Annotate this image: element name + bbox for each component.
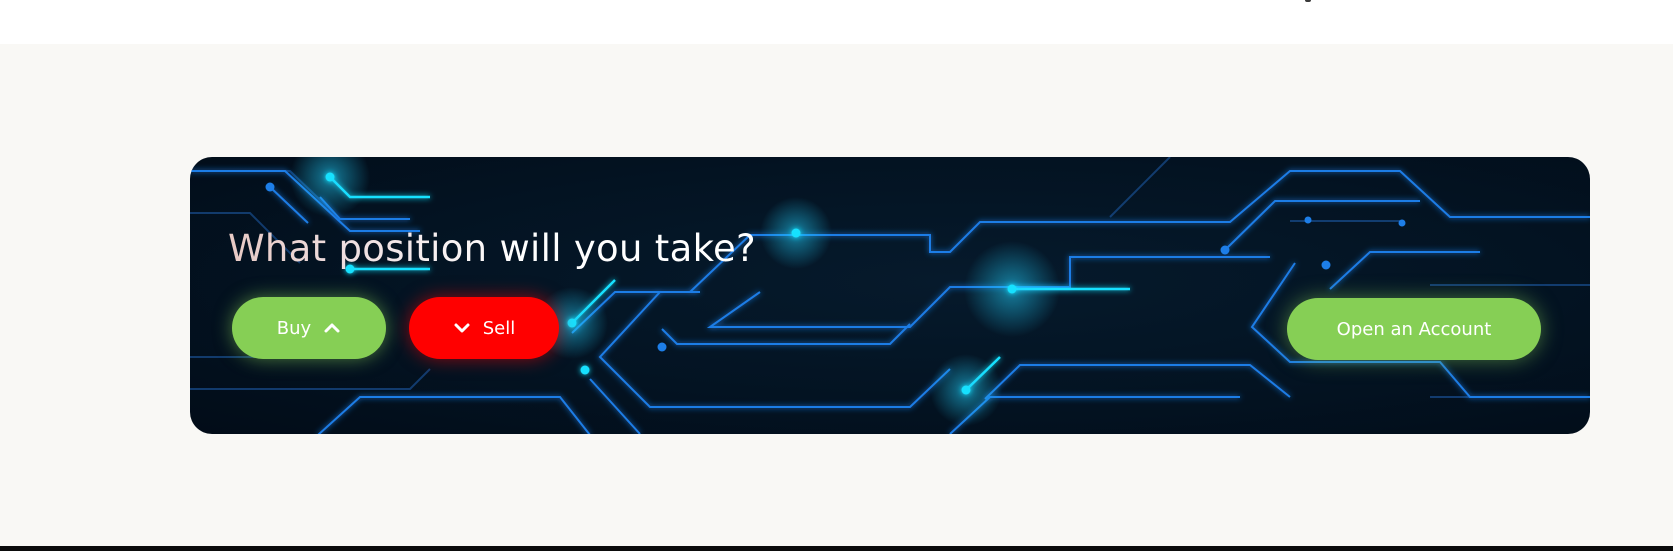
footer-edge [0, 546, 1673, 551]
sell-button-label: Sell [482, 317, 516, 339]
circuit-background [190, 157, 1590, 434]
buy-button-label: Buy [276, 317, 312, 339]
open-account-button[interactable]: Open an Account [1287, 298, 1541, 360]
sell-button[interactable]: Sell [409, 297, 559, 359]
open-account-button-label: Open an Account [1336, 318, 1492, 340]
buy-button[interactable]: Buy [232, 297, 386, 359]
cta-headline: What position will you take? [228, 227, 756, 270]
header-fragment [1305, 0, 1311, 2]
chevron-down-icon [453, 319, 471, 337]
cta-banner: What position will you take? Buy Sell Op… [190, 157, 1590, 434]
top-header-strip [0, 0, 1673, 44]
chevron-up-icon [323, 319, 341, 337]
